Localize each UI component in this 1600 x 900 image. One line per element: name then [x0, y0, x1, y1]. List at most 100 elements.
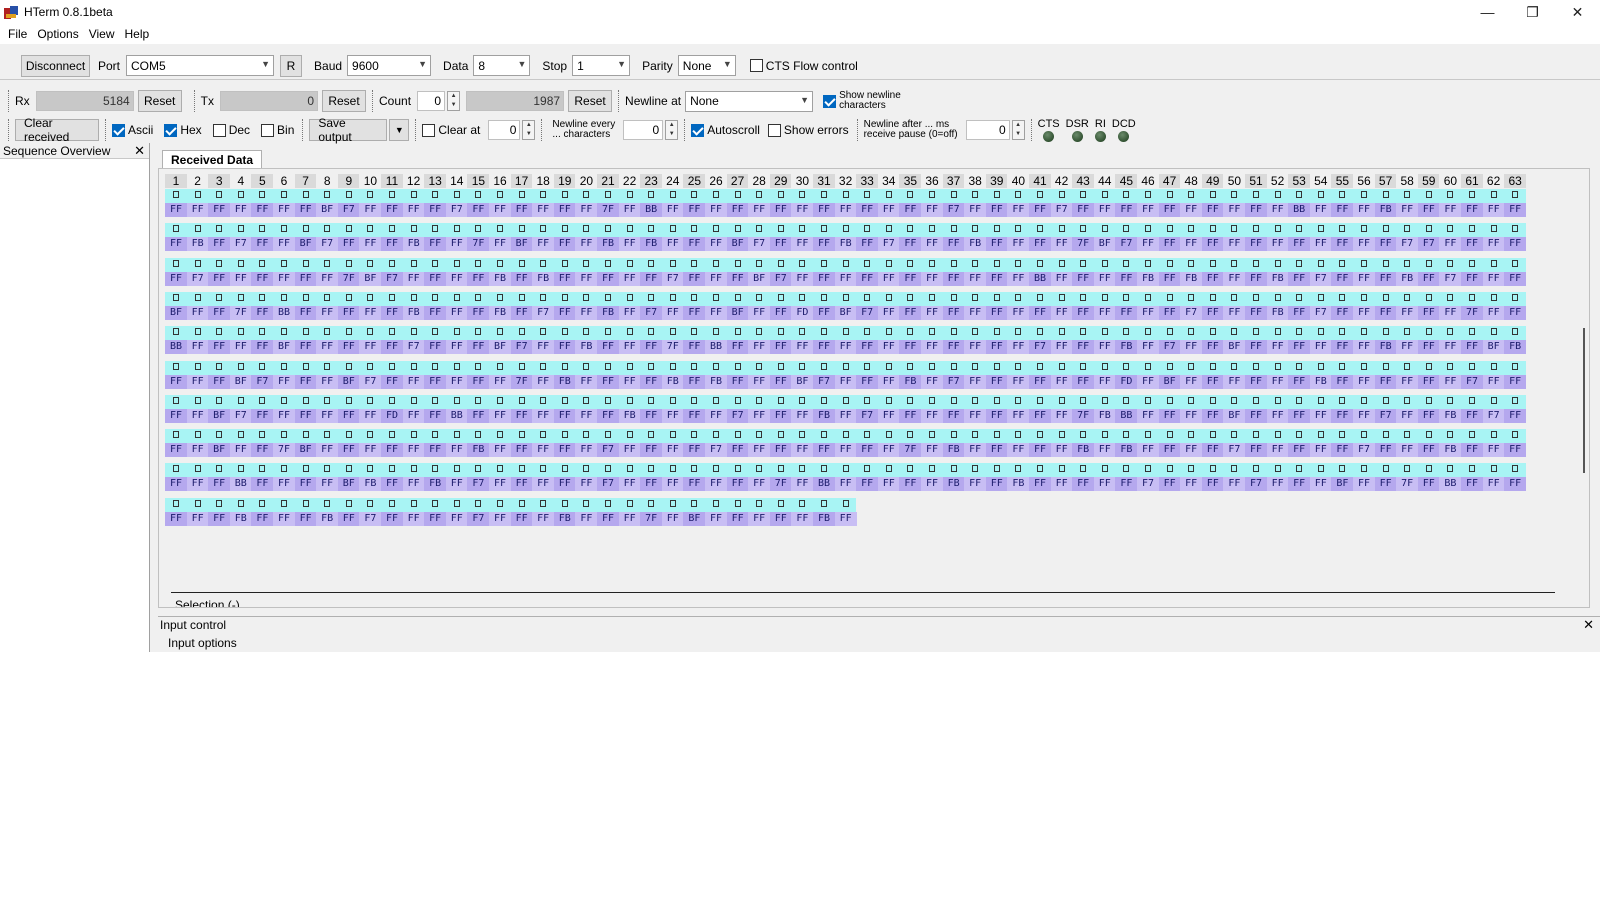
- hex-cell[interactable]: FF: [964, 374, 987, 389]
- hex-cell[interactable]: FF: [1331, 305, 1354, 320]
- stop-bits-select[interactable]: 1 ▼: [572, 55, 631, 76]
- hex-cell[interactable]: FF: [640, 408, 663, 423]
- hex-cell[interactable]: FF: [467, 203, 490, 217]
- hex-cell[interactable]: F7: [813, 374, 835, 389]
- hex-cell[interactable]: FF: [273, 477, 295, 492]
- hex-cell[interactable]: FF: [1353, 305, 1375, 320]
- hex-cell[interactable]: F7: [1353, 443, 1375, 458]
- hex-cell[interactable]: BF: [791, 374, 814, 389]
- up-arrow-icon[interactable]: ▲: [666, 121, 677, 130]
- hex-cell[interactable]: FF: [510, 477, 533, 492]
- hex-cell[interactable]: F7: [726, 408, 749, 423]
- up-arrow-icon[interactable]: ▲: [523, 121, 534, 130]
- hex-cell[interactable]: FF: [316, 477, 339, 492]
- hex-cell[interactable]: FF: [208, 271, 231, 286]
- hex-cell[interactable]: FF: [251, 477, 274, 492]
- hex-cell[interactable]: FF: [467, 408, 490, 423]
- hex-cell[interactable]: FF: [1309, 340, 1332, 355]
- hex-cell[interactable]: FF: [834, 203, 857, 217]
- hex-cell[interactable]: 7F: [597, 203, 619, 217]
- hex-cell[interactable]: FB: [575, 340, 598, 355]
- hex-cell[interactable]: FF: [402, 443, 425, 458]
- hex-cell[interactable]: FF: [921, 237, 943, 252]
- hex-cell[interactable]: FF: [251, 443, 274, 458]
- hex-cell[interactable]: FF: [208, 237, 231, 252]
- hex-cell[interactable]: FB: [942, 477, 965, 492]
- hex-cell[interactable]: FF: [1417, 408, 1440, 423]
- hex-cell[interactable]: FF: [618, 511, 641, 526]
- hex-cell[interactable]: FF: [165, 237, 187, 252]
- hex-cell[interactable]: BF: [294, 443, 317, 458]
- hex-cell[interactable]: FF: [402, 477, 425, 492]
- hex-cell[interactable]: FF: [424, 237, 447, 252]
- hex-cell[interactable]: FF: [553, 408, 576, 423]
- hex-cell[interactable]: FF: [208, 340, 231, 355]
- hex-cell[interactable]: FB: [489, 271, 511, 286]
- ascii-checkbox[interactable]: Ascii: [112, 123, 153, 137]
- hex-cell[interactable]: FF: [618, 340, 641, 355]
- hex-cell[interactable]: FF: [705, 271, 727, 286]
- close-icon[interactable]: ✕: [134, 143, 145, 159]
- scrollbar-thumb[interactable]: [1583, 328, 1585, 473]
- hex-cell[interactable]: FB: [834, 237, 857, 252]
- hex-cell[interactable]: FF: [532, 443, 555, 458]
- hex-cell[interactable]: FF: [791, 511, 814, 526]
- hex-cell[interactable]: FF: [402, 511, 425, 526]
- hex-cell[interactable]: FF: [294, 374, 317, 389]
- count-reset-button[interactable]: Reset: [568, 90, 613, 112]
- hex-cell[interactable]: FF: [1115, 203, 1138, 217]
- hex-cell[interactable]: FF: [899, 408, 922, 423]
- hex-cell[interactable]: FF: [1050, 271, 1073, 286]
- hex-cell[interactable]: FF: [661, 511, 684, 526]
- hex-cell[interactable]: FF: [1482, 374, 1505, 389]
- hex-cell[interactable]: F7: [942, 374, 965, 389]
- hex-cell[interactable]: FF: [1201, 374, 1224, 389]
- show-newline-checkbox[interactable]: Show newline characters: [823, 91, 901, 111]
- hex-cell[interactable]: FF: [1504, 443, 1527, 458]
- hex-cell[interactable]: FF: [1007, 374, 1030, 389]
- hex-cell[interactable]: FF: [424, 340, 447, 355]
- hex-cell[interactable]: FF: [726, 340, 749, 355]
- hex-cell[interactable]: 7F: [661, 340, 684, 355]
- hex-cell[interactable]: FF: [1050, 237, 1073, 252]
- hex-cell[interactable]: FD: [381, 408, 403, 423]
- hex-cell[interactable]: FF: [1050, 408, 1073, 423]
- hex-cell[interactable]: FF: [1331, 443, 1354, 458]
- hex-cell[interactable]: FF: [748, 374, 771, 389]
- hex-cell[interactable]: FF: [661, 477, 684, 492]
- hex-cell[interactable]: FF: [316, 443, 339, 458]
- hex-cell[interactable]: FF: [1029, 374, 1051, 389]
- newline-after-input[interactable]: 0: [965, 120, 1010, 140]
- hex-cell[interactable]: F7: [532, 305, 555, 320]
- hex-cell[interactable]: FF: [1072, 374, 1095, 389]
- hex-cell[interactable]: F7: [1309, 271, 1332, 286]
- clear-at-input[interactable]: 0: [488, 120, 521, 140]
- hex-cell[interactable]: FF: [510, 408, 533, 423]
- hex-cell[interactable]: FF: [1201, 340, 1224, 355]
- hex-cell[interactable]: 7F: [1461, 305, 1483, 320]
- hex-cell[interactable]: FF: [1353, 237, 1375, 252]
- hex-cell[interactable]: FF: [445, 237, 468, 252]
- hex-cell[interactable]: FF: [1309, 237, 1332, 252]
- hex-cell[interactable]: FF: [791, 408, 814, 423]
- hex-cell[interactable]: FF: [229, 340, 252, 355]
- hex-cell[interactable]: F7: [1374, 408, 1397, 423]
- hex-cell[interactable]: FB: [1115, 443, 1138, 458]
- hex-cell[interactable]: FF: [381, 203, 403, 217]
- hex-cell[interactable]: FF: [769, 443, 792, 458]
- hex-cell[interactable]: FF: [748, 340, 771, 355]
- hex-cell[interactable]: FB: [229, 511, 252, 526]
- close-icon[interactable]: ✕: [1583, 617, 1594, 633]
- save-output-dropdown[interactable]: ▼: [389, 119, 410, 141]
- hex-cell[interactable]: FF: [1180, 203, 1203, 217]
- hex-cell[interactable]: BF: [726, 237, 749, 252]
- hex-cell[interactable]: FF: [1331, 408, 1354, 423]
- hex-cell[interactable]: FF: [1245, 237, 1267, 252]
- hex-cell[interactable]: FF: [165, 408, 187, 423]
- hex-cell[interactable]: FF: [942, 237, 965, 252]
- hex-cell[interactable]: FB: [1439, 443, 1462, 458]
- newline-every-input[interactable]: 0: [623, 120, 664, 140]
- hex-cell[interactable]: F7: [1396, 237, 1419, 252]
- hex-cell[interactable]: FB: [705, 374, 727, 389]
- hex-cell[interactable]: FF: [1461, 443, 1483, 458]
